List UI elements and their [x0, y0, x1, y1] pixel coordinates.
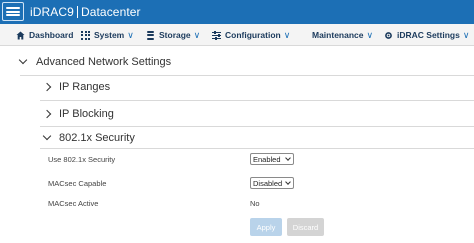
product-name: iDRAC9	[30, 5, 74, 19]
nav-storage-label: Storage	[159, 30, 191, 40]
chevron-right-icon	[42, 82, 52, 92]
sliders-icon	[212, 30, 221, 40]
chevron-down-icon	[42, 131, 52, 141]
nav-dashboard[interactable]: Dashboard	[16, 24, 73, 46]
nav-storage[interactable]: Storage ∨	[146, 24, 200, 46]
ip-ranges-label: IP Ranges	[59, 81, 111, 93]
nav-idrac-settings-label: iDRAC Settings	[397, 30, 460, 40]
chevron-down-icon: ∨	[127, 29, 134, 40]
chevron-down-icon: ∨	[193, 29, 201, 40]
advanced-network-settings-toggle[interactable]: Advanced Network Settings	[18, 55, 172, 68]
subsection-divider	[40, 100, 474, 101]
section-title: Advanced Network Settings	[36, 56, 172, 68]
ip-blocking-label: IP Blocking	[59, 108, 114, 120]
macsec-active-label: MACsec Active	[48, 199, 99, 208]
macsec-active-value: No	[250, 199, 260, 208]
product-edition: Datacenter	[80, 5, 141, 19]
nav-configuration[interactable]: Configuration ∨	[212, 24, 290, 46]
use-8021x-value: Enabled	[253, 154, 281, 164]
main-nav: Dashboard System ∨ Storage ∨ Configurati…	[0, 24, 474, 46]
chevron-down-icon	[285, 179, 291, 185]
macsec-capable-label: MACsec Capable	[48, 179, 107, 188]
nav-idrac-settings[interactable]: iDRAC Settings ∨	[384, 24, 469, 46]
top-header: iDRAC9 Datacenter	[0, 0, 474, 24]
security-8021x-toggle[interactable]: 802.1x Security	[42, 131, 135, 144]
subsection-divider	[40, 126, 474, 127]
nav-maintenance[interactable]: Maintenance ∨	[312, 24, 373, 46]
nav-configuration-label: Configuration	[225, 30, 281, 40]
chevron-down-icon: ∨	[366, 29, 374, 40]
nav-maintenance-label: Maintenance	[312, 30, 364, 40]
macsec-capable-value: Disabled	[253, 178, 283, 188]
macsec-capable-select[interactable]: Disabled	[250, 177, 294, 189]
subsection-divider	[40, 148, 474, 149]
nav-dashboard-label: Dashboard	[29, 30, 74, 40]
chevron-down-icon	[18, 55, 28, 65]
nav-system-label: System	[94, 30, 125, 40]
use-8021x-select[interactable]: Enabled	[250, 153, 294, 165]
apply-button[interactable]: Apply	[250, 218, 282, 236]
section-divider	[20, 75, 474, 76]
ip-ranges-toggle[interactable]: IP Ranges	[42, 81, 111, 93]
chevron-down-icon	[285, 155, 291, 161]
title-separator	[76, 6, 78, 18]
settings-icon	[384, 31, 393, 40]
nav-system[interactable]: System ∨	[81, 24, 134, 46]
ip-blocking-toggle[interactable]: IP Blocking	[42, 108, 114, 120]
product-title: iDRAC9 Datacenter	[30, 5, 141, 19]
chevron-down-icon: ∨	[283, 29, 291, 40]
chevron-right-icon	[42, 109, 52, 119]
discard-button[interactable]: Discard	[287, 218, 324, 236]
security-8021x-label: 802.1x Security	[59, 132, 135, 144]
use-8021x-label: Use 802.1x Security	[48, 155, 116, 164]
database-icon	[146, 30, 155, 40]
idrac-logo-icon	[2, 2, 24, 21]
grid-icon	[81, 30, 90, 40]
chevron-down-icon: ∨	[462, 29, 470, 40]
home-icon	[16, 31, 25, 40]
